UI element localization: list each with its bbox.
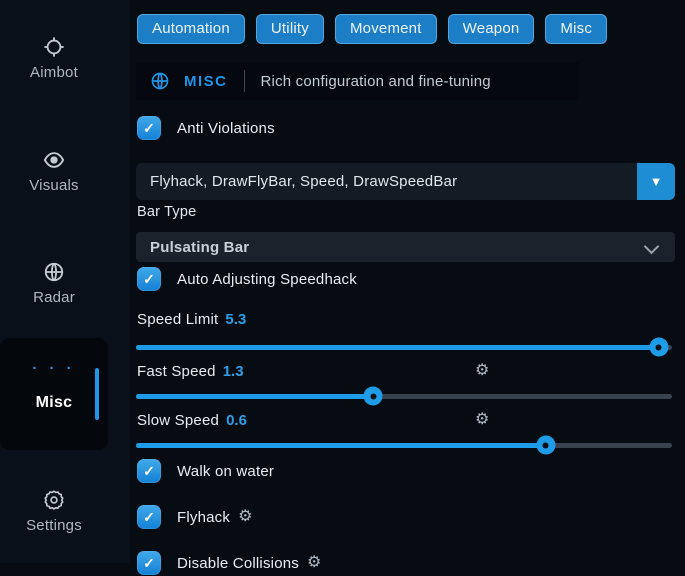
globe-icon xyxy=(43,261,65,283)
triangle-down-icon: ▼ xyxy=(650,174,663,189)
sidebar-item-radar[interactable]: Radar xyxy=(0,261,108,307)
bar-type-label: Bar Type xyxy=(137,204,196,220)
sidebar-item-label: Visuals xyxy=(29,177,78,194)
sidebar-item-label: Settings xyxy=(26,517,82,534)
check-icon: ✓ xyxy=(143,271,155,288)
slow-speed-slider[interactable] xyxy=(136,436,675,454)
select-value: Pulsating Bar xyxy=(150,239,249,256)
tab-utility[interactable]: Utility xyxy=(256,14,324,44)
section-title: MISC xyxy=(184,73,228,90)
auto-adjusting-speedhack-row: ✓ Auto Adjusting Speedhack xyxy=(137,266,357,292)
anti-violations-checkbox[interactable]: ✓ xyxy=(137,116,161,140)
globe-icon xyxy=(150,71,170,91)
slider-thumb[interactable] xyxy=(649,338,668,357)
multiselect-dropdown-button[interactable]: ▼ xyxy=(637,163,675,200)
speed-limit-label-row: Speed Limit 5.3 xyxy=(137,310,246,328)
sidebar-item-aimbot[interactable]: Aimbot xyxy=(0,36,108,82)
gear-icon[interactable]: ⚙ xyxy=(307,555,321,571)
thumb-dot xyxy=(656,344,662,350)
category-tabs: Automation Utility Movement Weapon Misc xyxy=(137,14,607,44)
slider-fill xyxy=(136,394,373,399)
gear-icon[interactable]: ⚙ xyxy=(475,362,489,380)
checkbox-label: Walk on water xyxy=(177,463,274,480)
check-icon: ✓ xyxy=(143,463,155,480)
slider-label: Fast Speed xyxy=(137,363,216,380)
slider-value: 0.6 xyxy=(226,412,247,429)
bar-flags-multiselect[interactable]: Flyhack, DrawFlyBar, Speed, DrawSpeedBar… xyxy=(136,163,675,200)
chevron-down-icon xyxy=(644,239,660,255)
sidebar: Aimbot Visuals Radar · · · Misc xyxy=(0,0,130,563)
slider-fill xyxy=(136,443,546,448)
crosshair-icon xyxy=(43,36,65,58)
walk-on-water-row: ✓ Walk on water xyxy=(137,458,274,484)
sidebar-item-label: Misc xyxy=(0,394,108,412)
main-content: Automation Utility Movement Weapon Misc … xyxy=(136,0,675,563)
gear-icon xyxy=(43,489,65,511)
bar-type-select[interactable]: Pulsating Bar xyxy=(136,232,675,262)
speed-limit-slider[interactable] xyxy=(136,338,675,356)
section-subtitle: Rich configuration and fine-tuning xyxy=(261,73,491,90)
auto-adjusting-speedhack-checkbox[interactable]: ✓ xyxy=(137,267,161,291)
slider-thumb[interactable] xyxy=(364,387,383,406)
check-icon: ✓ xyxy=(143,120,155,137)
sidebar-item-visuals[interactable]: Visuals xyxy=(0,149,108,195)
tab-movement[interactable]: Movement xyxy=(335,14,437,44)
selected-accent-bar xyxy=(95,368,99,420)
checkbox-label: Disable Collisions xyxy=(177,555,299,572)
eye-icon xyxy=(43,149,65,171)
dots-icon: · · · xyxy=(0,360,108,377)
fast-speed-slider[interactable] xyxy=(136,387,675,405)
check-icon: ✓ xyxy=(143,555,155,572)
gear-icon[interactable]: ⚙ xyxy=(238,509,252,525)
checkbox-label: Flyhack xyxy=(177,509,230,526)
thumb-dot xyxy=(543,442,549,448)
checkbox-label: Auto Adjusting Speedhack xyxy=(177,271,357,288)
walk-on-water-checkbox[interactable]: ✓ xyxy=(137,459,161,483)
thumb-dot xyxy=(370,393,376,399)
slow-speed-label-row: Slow Speed 0.6 ⚙ xyxy=(137,411,676,429)
flyhack-row: ✓ Flyhack ⚙ xyxy=(137,504,252,530)
sidebar-item-settings[interactable]: Settings xyxy=(0,489,108,535)
slider-thumb[interactable] xyxy=(536,436,555,455)
anti-violations-row: ✓ Anti Violations xyxy=(137,115,275,141)
slider-value: 1.3 xyxy=(223,363,244,380)
sidebar-item-misc[interactable]: · · · Misc xyxy=(0,338,108,450)
flyhack-checkbox[interactable]: ✓ xyxy=(137,505,161,529)
fast-speed-label-row: Fast Speed 1.3 ⚙ xyxy=(137,362,676,380)
checkbox-label: Anti Violations xyxy=(177,120,275,137)
disable-collisions-row: ✓ Disable Collisions ⚙ xyxy=(137,550,321,576)
section-header: MISC Rich configuration and fine-tuning xyxy=(136,62,579,100)
slider-value: 5.3 xyxy=(225,311,246,328)
multiselect-value: Flyhack, DrawFlyBar, Speed, DrawSpeedBar xyxy=(150,173,457,190)
sidebar-item-label: Radar xyxy=(33,289,75,306)
tab-misc[interactable]: Misc xyxy=(545,14,607,44)
tab-weapon[interactable]: Weapon xyxy=(448,14,535,44)
check-icon: ✓ xyxy=(143,509,155,526)
slider-label: Speed Limit xyxy=(137,311,218,328)
slider-label: Slow Speed xyxy=(137,412,219,429)
tab-automation[interactable]: Automation xyxy=(137,14,245,44)
header-divider xyxy=(244,70,245,92)
slider-fill xyxy=(136,345,659,350)
gear-icon[interactable]: ⚙ xyxy=(475,411,489,429)
disable-collisions-checkbox[interactable]: ✓ xyxy=(137,551,161,575)
sidebar-item-label: Aimbot xyxy=(30,64,78,81)
